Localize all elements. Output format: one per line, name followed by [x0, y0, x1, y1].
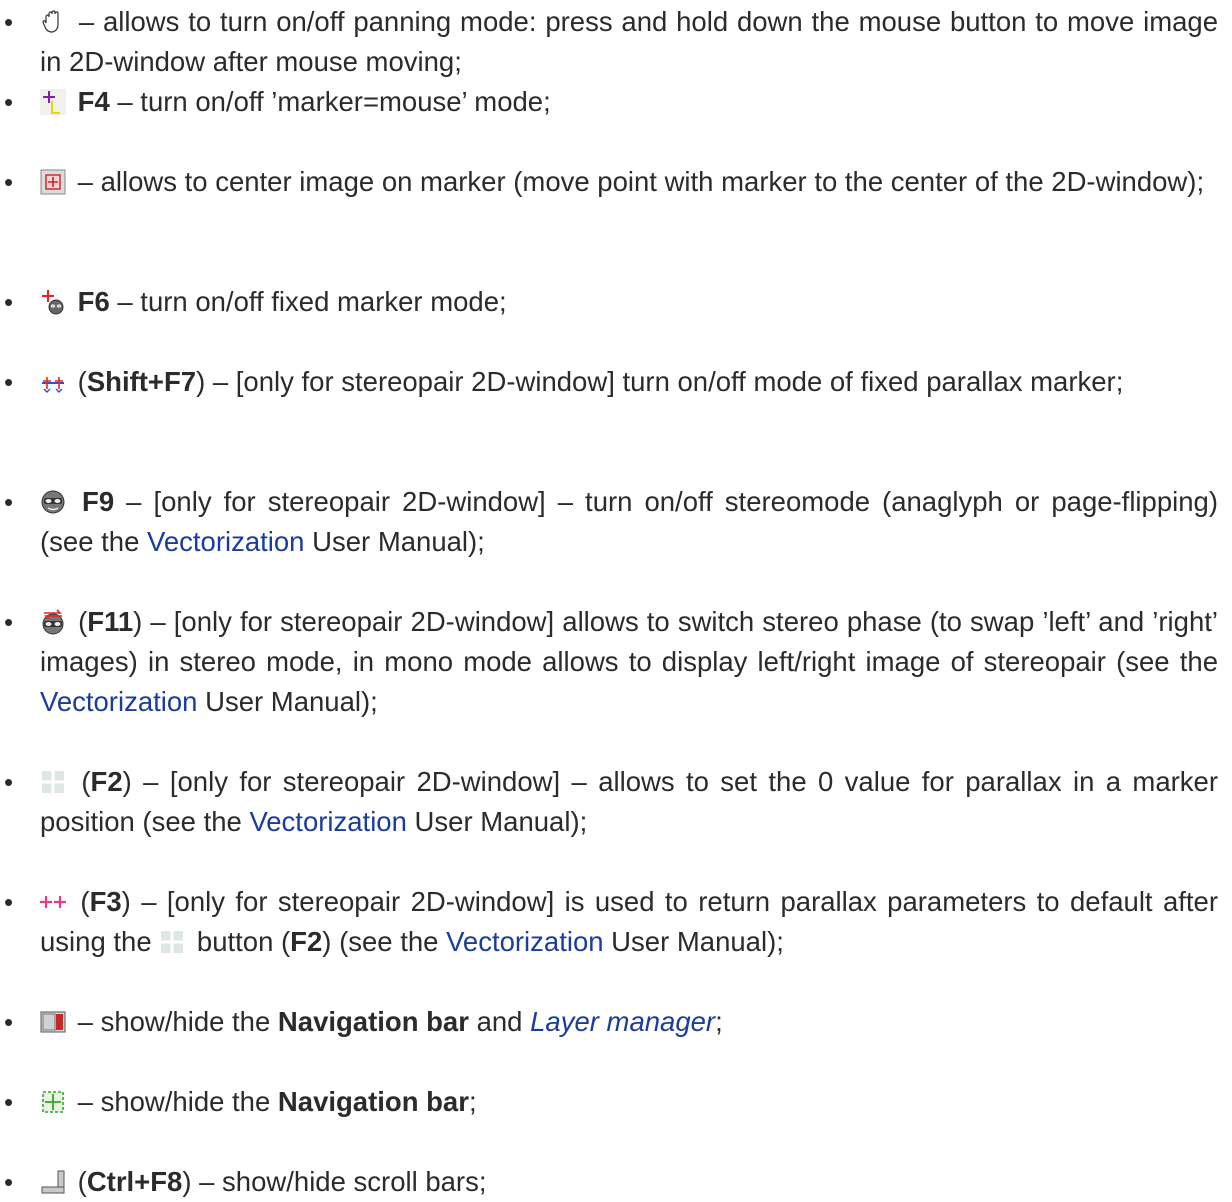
item-text: – allows to turn on/off panning mode: pr…: [40, 6, 1218, 77]
zero-parallax-icon[interactable]: [159, 929, 185, 955]
item-text: ) – [only for stereopair 2D-window] turn…: [196, 366, 1124, 397]
bullet: •: [4, 367, 14, 397]
item-text-end: ;: [715, 1006, 723, 1037]
item-text-end: User Manual);: [406, 806, 588, 837]
item-text-mid: button (: [189, 926, 291, 957]
reset-parallax-icon[interactable]: [40, 889, 66, 915]
item-text-mid2: ) (see the: [322, 926, 447, 957]
shortcut-key: Ctrl+F8: [86, 1166, 183, 1197]
hand-icon[interactable]: [40, 9, 66, 35]
paren-open: (: [70, 366, 87, 397]
shortcut-key: F9: [82, 486, 115, 517]
item-text-mid: and: [468, 1006, 531, 1037]
navigation-bar-label: Navigation bar: [277, 1006, 469, 1037]
item-text: ) – [only for stereopair 2D-window] allo…: [40, 606, 1218, 677]
item-text: – show/hide the: [70, 1006, 278, 1037]
scrollbars-icon[interactable]: [40, 1169, 66, 1195]
shortcut-key: F2: [90, 766, 123, 797]
paren-open: (: [70, 766, 91, 797]
item-text-end: User Manual);: [603, 926, 784, 957]
vectorization-manual-link[interactable]: Vectorization: [249, 806, 406, 837]
item-text-end: ;: [468, 1086, 477, 1117]
panels-icon[interactable]: [40, 1009, 66, 1035]
shortcut-key: F2: [290, 926, 323, 957]
bullet: •: [4, 1167, 14, 1197]
item-text: ) – [only for stereopair 2D-window] – al…: [40, 766, 1218, 837]
fixed-marker-icon[interactable]: [40, 289, 66, 315]
item-text: – turn on/off fixed marker mode;: [109, 286, 507, 317]
item-text: – show/hide the: [70, 1086, 278, 1117]
shortcut-key: F11: [87, 606, 134, 637]
bullet: •: [4, 87, 14, 117]
item-text: ) – show/hide scroll bars;: [182, 1166, 487, 1197]
shortcut-key: F4: [77, 86, 110, 117]
item-text-end: User Manual);: [197, 686, 378, 717]
item-text: – allows to center image on marker (move…: [70, 166, 1205, 197]
bullet: •: [4, 487, 14, 517]
paren-open: (: [70, 886, 90, 917]
shortcut-key: F3: [89, 886, 122, 917]
bullet: •: [4, 1007, 14, 1037]
vectorization-manual-link[interactable]: Vectorization: [147, 526, 304, 557]
shortcut-key: F6: [77, 286, 110, 317]
navigation-bar-label: Navigation bar: [277, 1086, 469, 1117]
center-marker-icon[interactable]: [40, 169, 66, 195]
nav-bar-icon[interactable]: [40, 1089, 66, 1115]
paren-open: (: [70, 1166, 87, 1197]
bullet: •: [4, 167, 14, 197]
bullet: •: [4, 1087, 14, 1117]
swap-phase-icon[interactable]: [40, 609, 66, 635]
vectorization-manual-link[interactable]: Vectorization: [40, 686, 197, 717]
bullet: •: [4, 607, 14, 637]
layer-manager-link[interactable]: Layer manager: [530, 1006, 715, 1037]
bullet: •: [4, 887, 14, 917]
bullet: •: [4, 287, 14, 317]
item-text: – turn on/off ’marker=mouse’ mode;: [109, 86, 551, 117]
shortcut-key: Shift+F7: [86, 366, 197, 397]
paren-open: (: [70, 606, 88, 637]
bullet: •: [4, 7, 14, 37]
marker-mouse-icon[interactable]: [40, 89, 66, 115]
zero-parallax-icon[interactable]: [40, 769, 66, 795]
vectorization-manual-link[interactable]: Vectorization: [446, 926, 603, 957]
bullet: •: [4, 767, 14, 797]
parallax-marker-icon[interactable]: [40, 369, 66, 395]
stereo-glasses-icon[interactable]: [40, 489, 66, 515]
item-text-end: User Manual);: [304, 526, 485, 557]
